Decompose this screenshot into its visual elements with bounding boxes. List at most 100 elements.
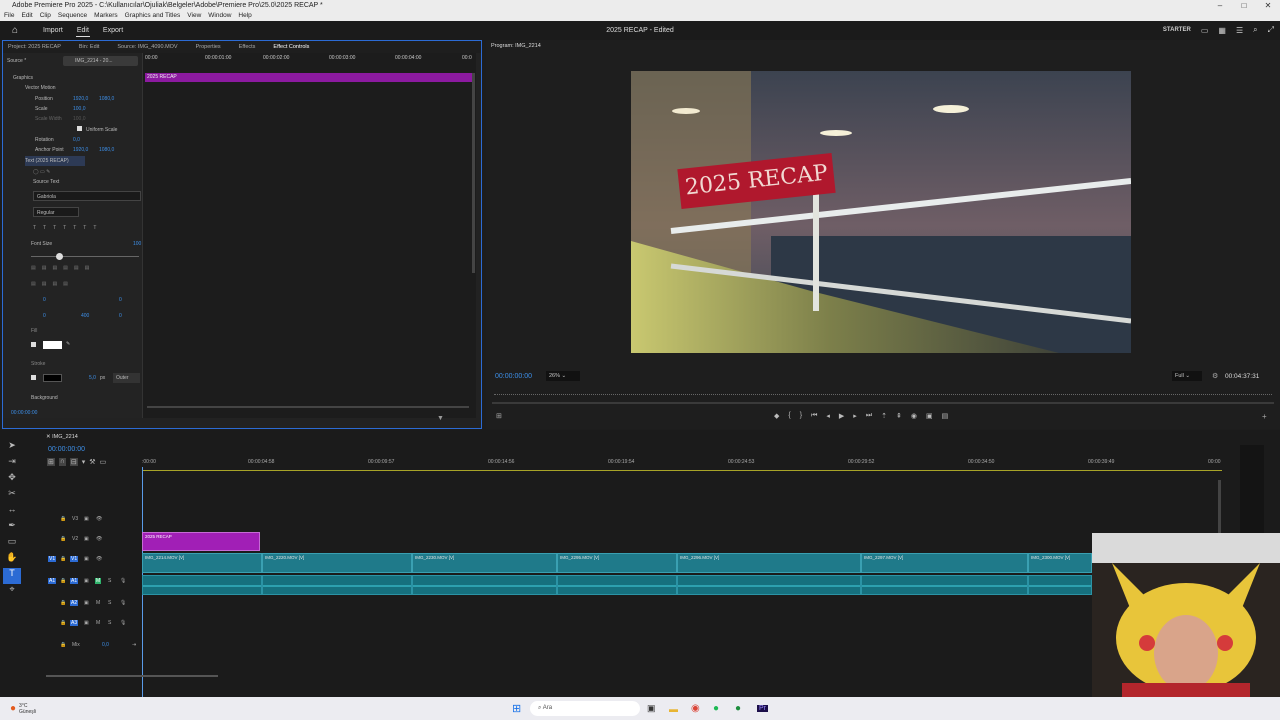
video-clip[interactable]: IMG_2300.MOV [V] — [1028, 553, 1092, 573]
font-style-dropdown[interactable]: Regular — [33, 207, 79, 217]
close-button[interactable]: ✕ — [1256, 0, 1280, 11]
leading-value[interactable]: 0 — [43, 311, 46, 321]
video-clip[interactable]: IMG_2297.MOV [V] — [861, 553, 1028, 573]
timeline-timecode[interactable]: 00:00:00:00 — [48, 446, 85, 453]
spotify-icon[interactable]: ● — [713, 703, 719, 714]
timeline-ruler[interactable]: :00:00 00:00:04:58 00:00:09:57 00:00:14:… — [142, 459, 1222, 467]
lock-icon[interactable]: 🔒 — [60, 536, 66, 542]
extra-tool-icon[interactable]: ⌖ — [3, 584, 21, 600]
tab-effects[interactable]: Effects — [234, 41, 269, 53]
track-label-a3[interactable]: A3 — [70, 620, 79, 626]
text-layer-label[interactable]: Text (2025 RECAP) — [25, 156, 85, 166]
lock-icon[interactable]: 🔒 — [60, 642, 66, 648]
clip-selector[interactable]: IMG_2214 - 20... — [63, 56, 138, 66]
fill-checkbox[interactable] — [31, 342, 36, 347]
solo-button-a3[interactable]: S — [108, 620, 111, 626]
chrome-icon[interactable]: ◉ — [691, 703, 700, 714]
mic-icon[interactable]: 🎙 — [120, 578, 126, 584]
eye-icon[interactable]: 👁 — [96, 516, 102, 522]
tab-properties[interactable]: Properties — [191, 41, 234, 53]
marker-add-icon[interactable]: ▾ — [82, 458, 86, 466]
source-patch-v1[interactable]: V1 — [48, 556, 57, 562]
audio-clip[interactable] — [557, 575, 677, 595]
ripple-edit-icon[interactable]: ✥ — [3, 472, 21, 488]
linked-icon[interactable]: ⊟ — [69, 458, 78, 466]
video-clip[interactable]: IMG_2296.MOV [V] — [677, 553, 861, 573]
panel-icon[interactable]: ▭ — [1201, 26, 1209, 35]
audio-clip[interactable] — [1028, 575, 1092, 595]
timeline-zoom-bar[interactable] — [46, 675, 218, 677]
audio-clip[interactable] — [142, 575, 262, 595]
play-icon[interactable]: ▶ — [839, 412, 844, 420]
extract-icon[interactable]: ⇞ — [896, 412, 902, 420]
scale-value[interactable]: 100,0 — [73, 104, 86, 114]
lift-icon[interactable]: ⇡ — [881, 412, 887, 420]
font-size-slider[interactable] — [31, 256, 139, 257]
audio-clip[interactable] — [861, 575, 1028, 595]
stroke-type-dropdown[interactable]: Outer — [113, 373, 140, 383]
kerning-value[interactable]: 0 — [119, 295, 122, 305]
file-explorer-icon[interactable]: ▬ — [669, 704, 678, 714]
lock-icon[interactable]: 🔒 — [60, 556, 66, 562]
windows-start-icon[interactable]: ⊞ — [512, 702, 521, 715]
wrench-icon[interactable]: ⚙ — [1212, 372, 1218, 380]
eye-icon[interactable]: 👁 — [96, 536, 102, 542]
video-clip[interactable]: IMG_2295.MOV [V] — [557, 553, 677, 573]
font-size-value[interactable]: 100 — [133, 239, 141, 249]
starter-label[interactable]: STARTER — [1163, 27, 1191, 33]
taskbar-search[interactable]: ⌕ Ara — [530, 701, 640, 716]
menu-markers[interactable]: Markers — [94, 11, 117, 21]
step-back-icon[interactable]: ◂ — [826, 412, 830, 420]
audio-clip[interactable] — [412, 575, 557, 595]
layout-icon[interactable]: ▦ — [1218, 26, 1226, 35]
baseline-value[interactable]: 0 — [119, 311, 122, 321]
stroke-width[interactable]: 5,0 — [89, 373, 96, 383]
source-label[interactable]: Source * — [7, 56, 26, 66]
menu-file[interactable]: File — [4, 11, 14, 21]
stroke-color-swatch[interactable] — [43, 374, 62, 382]
rectangle-tool-icon[interactable]: ▭ — [3, 536, 21, 552]
sync-icon[interactable]: ▣ — [84, 578, 89, 584]
settings-icon[interactable]: ⊞ — [496, 412, 502, 420]
mute-button-a3[interactable]: M — [96, 620, 100, 626]
tab-project[interactable]: Project: 2025 RECAP — [3, 41, 74, 53]
marker-icon[interactable]: ◆ — [774, 412, 779, 420]
sequence-tab[interactable]: ✕ IMG_2214 — [46, 434, 78, 440]
uniform-scale-checkbox[interactable]: Uniform Scale — [77, 125, 117, 135]
video-clip[interactable]: IMG_2214.MOV [V] — [142, 553, 262, 573]
premiere-pro-icon[interactable]: Pr — [757, 705, 768, 712]
menu-clip[interactable]: Clip — [40, 11, 51, 21]
vr-icon[interactable]: ▤ — [942, 412, 949, 420]
mute-button-a2[interactable]: M — [96, 600, 100, 606]
maximize-button[interactable]: □ — [1232, 0, 1256, 11]
tab-source[interactable]: Source: IMG_4090.MOV — [112, 41, 190, 53]
zoom-dropdown[interactable]: 26% ⌄ — [546, 371, 580, 381]
timeline-scrollbar[interactable] — [1218, 480, 1221, 535]
export-frame-icon[interactable]: ◉ — [911, 412, 917, 420]
ec-clip-bar[interactable]: 2025 RECAP — [145, 73, 473, 82]
compare-icon[interactable]: ▣ — [926, 412, 933, 420]
tab-effect-controls[interactable]: Effect Controls — [268, 41, 322, 53]
messaging-icon[interactable]: ● — [735, 703, 741, 714]
mute-button-a1[interactable]: M — [95, 578, 102, 584]
program-mini-timeline[interactable] — [494, 389, 1272, 395]
tracking-value[interactable]: 0 — [43, 295, 46, 305]
add-button-icon[interactable]: + — [1262, 412, 1267, 421]
hand-tool-icon[interactable]: ✋ — [3, 552, 21, 568]
lock-icon[interactable]: 🔒 — [60, 516, 66, 522]
menu-sequence[interactable]: Sequence — [58, 11, 87, 21]
tab-bin[interactable]: Bin: Edit — [74, 41, 112, 53]
out-point-icon[interactable]: } — [800, 412, 802, 420]
in-point-icon[interactable]: { — [788, 412, 790, 420]
task-view-icon[interactable]: ▣ — [647, 703, 656, 714]
minimize-button[interactable]: – — [1208, 0, 1232, 11]
ec-zoom-bar[interactable] — [147, 406, 469, 408]
video-clip[interactable]: IMG_2230.MOV [V] — [412, 553, 557, 573]
sync-icon[interactable]: ▣ — [84, 536, 89, 542]
position-y[interactable]: 1080,0 — [99, 94, 114, 104]
menu-graphics[interactable]: Graphics and Titles — [125, 11, 181, 21]
text-style-buttons[interactable]: TTTTTTT — [33, 223, 138, 233]
video-clip[interactable]: IMG_2220.MOV [V] — [262, 553, 412, 573]
fill-color-swatch[interactable] — [43, 341, 62, 349]
type-tool-icon[interactable]: T — [3, 568, 21, 584]
